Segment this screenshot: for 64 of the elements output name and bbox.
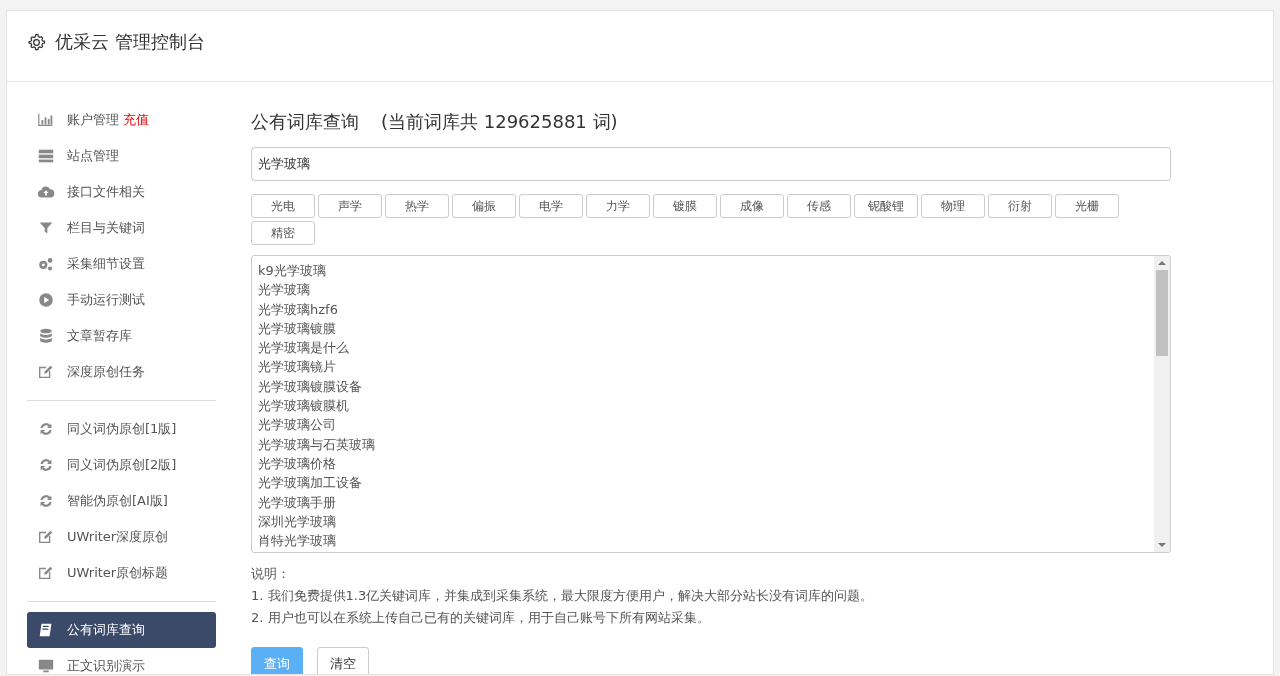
tag-button[interactable]: 电学 [519, 194, 583, 218]
page-title: 公有词库查询 [251, 111, 359, 132]
result-line: 光学玻璃镀膜 [258, 319, 337, 338]
tag-button[interactable]: 热学 [385, 194, 449, 218]
tag-button[interactable]: 偏振 [452, 194, 516, 218]
sidebar-item[interactable]: 智能伪原创[AI版] [27, 483, 216, 519]
result-line: 深圳光学玻璃 [258, 512, 337, 531]
sidebar-item[interactable]: 同义词伪原创[2版] [27, 447, 216, 483]
tag-button[interactable]: 铌酸锂 [854, 194, 918, 218]
result-line: 光学玻璃镀膜机 [258, 397, 350, 416]
result-line: 光学玻璃与石英玻璃 [258, 435, 376, 454]
database-icon [37, 327, 55, 345]
sidebar-item[interactable]: 采集细节设置 [27, 246, 216, 282]
clear-button[interactable]: 清空 [317, 647, 369, 674]
sidebar-item[interactable]: 接口文件相关 [27, 174, 216, 210]
sidebar-item[interactable]: 文章暂存库 [27, 318, 216, 354]
tag-button[interactable]: 声学 [318, 194, 382, 218]
result-line: 光学玻璃是什么 [258, 339, 350, 358]
server-icon [37, 147, 55, 165]
result-line: 光学玻璃镀膜设备 [258, 377, 363, 396]
result-line: 光学玻璃 [258, 281, 311, 300]
tag-button[interactable]: 衍射 [988, 194, 1052, 218]
tag-button[interactable]: 成像 [720, 194, 784, 218]
sidebar-item[interactable]: 深度原创任务 [27, 354, 216, 390]
sidebar-item[interactable]: UWriter原创标题 [27, 555, 216, 591]
bar-chart-icon [37, 111, 55, 129]
search-field[interactable]: 光学玻璃 [251, 147, 1171, 181]
tag-button[interactable]: 精密 [251, 221, 315, 245]
sidebar-item[interactable]: 手动运行测试 [27, 282, 216, 318]
sidebar-item[interactable]: 站点管理 [27, 138, 216, 174]
result-line: 光学玻璃公司 [258, 416, 337, 435]
scrollbar[interactable] [1154, 256, 1170, 552]
sidebar-item[interactable]: 同义词伪原创[1版] [27, 411, 216, 447]
word-count: (当前词库共 129625881 词) [381, 111, 618, 132]
gears-icon [37, 255, 55, 273]
edit-icon [37, 564, 55, 582]
sidebar-item[interactable]: 账户管理 充值 [27, 102, 216, 138]
monitor-icon [37, 657, 55, 674]
tag-button[interactable]: 光电 [251, 194, 315, 218]
result-line: k9光学玻璃 [258, 262, 327, 280]
result-line: 光学玻璃镜片 [258, 358, 337, 377]
play-icon [37, 291, 55, 309]
sidebar-item[interactable]: 栏目与关键词 [27, 210, 216, 246]
sidebar-item[interactable]: 公有词库查询 [27, 612, 216, 648]
console-title: 优采云 管理控制台 [55, 30, 205, 54]
note-text: 1. 我们免费提供1.3亿关键词库，并集成到采集系统，最大限度方便用户，解决大部分站长没有词库的问题。 [251, 587, 875, 605]
tag-button[interactable]: 光栅 [1055, 194, 1119, 218]
notes-title: 说明： [251, 565, 291, 583]
tag-button[interactable]: 力学 [586, 194, 650, 218]
result-line: 光学玻璃加工设备 [258, 474, 363, 493]
result-line: 肖特光学玻璃 [258, 532, 337, 551]
sidebar-item[interactable]: 正文识别演示 [27, 648, 216, 674]
result-line: 光学玻璃hzf6 [258, 300, 339, 319]
edit-icon [37, 528, 55, 546]
recharge-link[interactable]: 充值 [123, 111, 149, 129]
tag-button[interactable]: 镀膜 [653, 194, 717, 218]
edit-icon [37, 363, 55, 381]
note-text: 2. 用户也可以在系统上传自己已有的关键词库，用于自己账号下所有网站采集。 [251, 609, 711, 627]
settings-icon [27, 32, 46, 52]
tag-button[interactable]: 物理 [921, 194, 985, 218]
tag-button[interactable]: 传感 [787, 194, 851, 218]
result-line: 光学玻璃手册 [258, 493, 337, 512]
result-line: 光学玻璃价格 [258, 454, 337, 473]
sidebar-item[interactable]: UWriter深度原创 [27, 519, 216, 555]
